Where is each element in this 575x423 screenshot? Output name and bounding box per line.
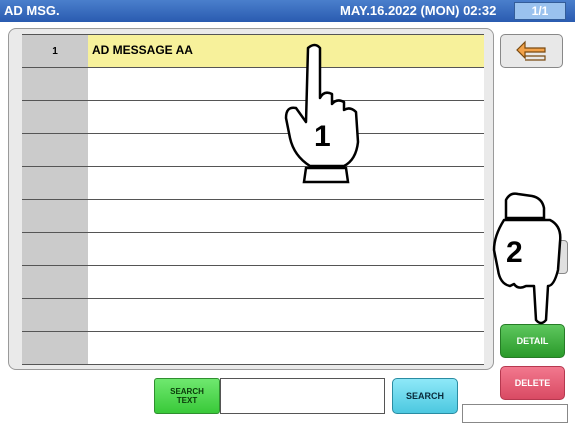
search-text-label[interactable]: SEARCH TEXT — [154, 378, 220, 414]
row-number: 1 — [22, 35, 88, 67]
row-number — [22, 332, 88, 364]
row-number — [22, 101, 88, 133]
back-button[interactable] — [500, 34, 563, 68]
row-number — [22, 200, 88, 232]
pointing-hand-icon: 2 — [492, 192, 562, 325]
table-row[interactable]: 1 AD MESSAGE AA — [22, 34, 484, 67]
page-indicator: 1/1 — [514, 2, 566, 20]
search-input[interactable] — [220, 378, 385, 414]
date-time: MAY.16.2022 (MON) 02:32 — [340, 3, 497, 18]
table-row[interactable] — [22, 100, 484, 133]
row-message-text — [88, 332, 484, 364]
table-row[interactable] — [22, 166, 484, 199]
status-box — [462, 404, 568, 423]
row-number — [22, 134, 88, 166]
detail-button[interactable]: DETAIL — [500, 324, 565, 358]
row-number — [22, 299, 88, 331]
pointing-hand-icon: 1 — [284, 43, 360, 184]
title-bar: AD MSG. MAY.16.2022 (MON) 02:32 1/1 — [0, 0, 575, 22]
back-arrow-icon — [515, 40, 546, 61]
row-number — [22, 167, 88, 199]
row-number — [22, 233, 88, 265]
table-row[interactable] — [22, 298, 484, 331]
row-message-text — [88, 233, 484, 265]
table-row[interactable] — [22, 67, 484, 100]
table-row[interactable] — [22, 265, 484, 298]
table-row[interactable] — [22, 232, 484, 265]
delete-button[interactable]: DELETE — [500, 366, 565, 400]
row-message-text — [88, 266, 484, 298]
list-bottom-line — [22, 364, 484, 365]
table-row[interactable] — [22, 199, 484, 232]
row-message-text — [88, 299, 484, 331]
row-message-text — [88, 200, 484, 232]
app-title: AD MSG. — [4, 3, 60, 18]
table-row[interactable] — [22, 133, 484, 166]
callout-number-2: 2 — [506, 236, 523, 269]
search-button[interactable]: SEARCH — [392, 378, 458, 414]
row-number — [22, 266, 88, 298]
callout-number-1: 1 — [314, 120, 331, 153]
row-number — [22, 68, 88, 100]
table-row[interactable] — [22, 331, 484, 364]
